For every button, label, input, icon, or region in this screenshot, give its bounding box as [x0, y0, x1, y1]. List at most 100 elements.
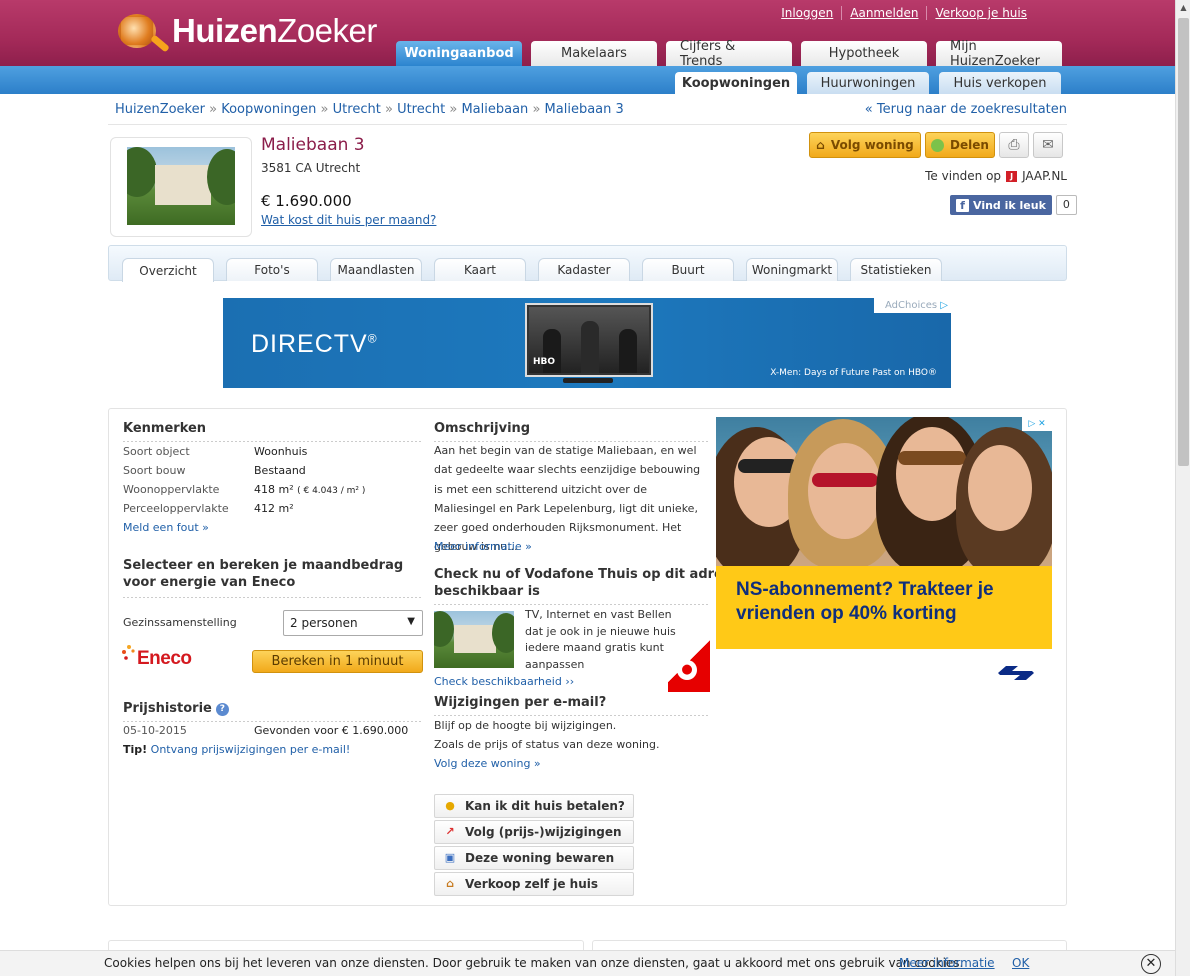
ns-side-ad[interactable]: NS-abonnement? Trakteer je vrienden op 40… [716, 417, 1052, 649]
house-icon: ⌂ [816, 138, 825, 152]
breadcrumb-item[interactable]: Maliebaan 3 [545, 102, 624, 117]
cookie-more-info-link[interactable]: Meer informatie [899, 956, 995, 970]
listing-title: Maliebaan 3 [261, 135, 365, 155]
found-on-label: Te vinden op [925, 169, 1002, 183]
feature-value: Woonhuis [254, 445, 308, 458]
adchoices-icon[interactable]: ▷ ✕ [1022, 417, 1052, 431]
facebook-icon: f [956, 198, 969, 212]
energy-heading: Selecteer en bereken je maandbedrag [123, 558, 404, 573]
sell-house-label: Verkoop zelf je huis [465, 877, 599, 891]
price-history-heading: Prijshistorie? [123, 701, 229, 716]
tab-fotos[interactable]: Foto's [226, 258, 318, 281]
tab-kadaster[interactable]: Kadaster [538, 258, 630, 281]
huizenzoeker-logo[interactable]: HuizenZoeker [112, 6, 377, 56]
print-button[interactable]: ⎙ [999, 132, 1029, 158]
facebook-like: f Vind ik leuk 0 [950, 195, 1077, 215]
monthly-cost-link[interactable]: Wat kost dit huis per maand? [261, 213, 436, 227]
breadcrumb-item[interactable]: Utrecht [333, 102, 381, 117]
subtab-huis-verkopen[interactable]: Huis verkopen [939, 72, 1061, 94]
price-alert-link[interactable]: Ontvang prijswijzigingen per e-mail! [151, 743, 351, 756]
vodafone-heading: Check nu of Vodafone Thuis op dit adres [434, 567, 731, 582]
breadcrumb-item[interactable]: Koopwoningen [221, 102, 316, 117]
breadcrumb-item[interactable]: Maliebaan [461, 102, 528, 117]
login-link[interactable]: Inloggen [773, 6, 841, 20]
tab-hypotheek[interactable]: Hypotheek [801, 41, 927, 66]
check-availability-link[interactable]: Check beschikbaarheid ›› [434, 675, 574, 688]
sell-house-button[interactable]: ⌂ Verkoop zelf je huis [434, 872, 634, 896]
follow-house-button[interactable]: ⌂ Volg woning [809, 132, 921, 158]
email-changes-text: Zoals de prijs of status van deze woning… [434, 738, 660, 751]
page-scrollbar[interactable]: ▲ [1175, 0, 1190, 976]
vodafone-logo: ● [668, 630, 710, 692]
cookie-ok-link[interactable]: OK [1012, 956, 1029, 970]
feature-label: Soort object [123, 445, 190, 458]
tab-overzicht[interactable]: Overzicht [122, 258, 214, 282]
trend-chart-icon: ↗ [445, 825, 455, 838]
register-link[interactable]: Aanmelden [841, 6, 926, 20]
kenmerken-heading: Kenmerken [123, 421, 207, 436]
calculate-button[interactable]: Bereken in 1 minuut [252, 650, 423, 673]
house-icon: ⌂ [446, 877, 454, 890]
ad-caption: X-Men: Days of Future Past on HBO® [770, 368, 937, 378]
household-select[interactable]: 2 personen ▼ [283, 610, 423, 636]
listing-thumbnail[interactable] [110, 137, 252, 237]
jaap-link[interactable]: JAAP.NL [1022, 169, 1067, 183]
eneco-logo-icon [121, 644, 137, 666]
tab-woningmarkt[interactable]: Woningmarkt [746, 258, 838, 281]
subtab-koopwoningen[interactable]: Koopwoningen [675, 72, 797, 94]
subtab-huurwoningen[interactable]: Huurwoningen [807, 72, 929, 94]
save-disk-icon: ▣ [444, 851, 456, 864]
tab-cijfers-trends[interactable]: Cijfers & Trends [666, 39, 792, 69]
tab-kaart[interactable]: Kaart [434, 258, 526, 281]
scroll-up-icon[interactable]: ▲ [1176, 0, 1190, 16]
save-house-button[interactable]: ▣ Deze woning bewaren [434, 846, 634, 870]
afford-house-button[interactable]: ● Kan ik dit huis betalen? [434, 794, 634, 818]
more-info-link[interactable]: Meer informatie » [434, 540, 532, 553]
help-icon[interactable]: ? [215, 703, 229, 716]
tab-makelaars[interactable]: Makelaars [531, 41, 657, 66]
facebook-like-count: 0 [1055, 195, 1077, 215]
ns-logo-icon [996, 664, 1036, 682]
feature-label: Soort bouw [123, 464, 186, 477]
directv-banner-ad[interactable]: DIRECTV® HBO X-Men: Days of Future Past … [223, 298, 951, 388]
follow-house-link[interactable]: Volg deze woning » [434, 757, 541, 770]
ad-headline: NS-abonnement? Trakteer je [736, 579, 994, 600]
cookie-message: Cookies helpen ons bij het leveren van o… [104, 956, 964, 970]
coins-icon: ● [445, 799, 455, 812]
email-changes-heading: Wijzigingen per e-mail? [434, 695, 607, 710]
share-button[interactable]: Delen [925, 132, 995, 158]
tab-maandlasten[interactable]: Maandlasten [330, 258, 422, 281]
scrollbar-thumb[interactable] [1178, 18, 1189, 466]
tab-mijn-huizenzoeker[interactable]: Mijn HuizenZoeker [936, 39, 1062, 69]
feature-value: 412 m² [254, 502, 294, 515]
feature-label: Woonoppervlakte [123, 483, 220, 496]
ad-headline: vrienden op 40% korting [736, 603, 957, 624]
listing-address: 3581 CA Utrecht [261, 161, 361, 175]
printer-icon: ⎙ [1008, 137, 1020, 153]
breadcrumb-separator: » [320, 102, 329, 117]
vodafone-heading: beschikbaar is [434, 584, 540, 599]
magnifier-house-icon [112, 6, 170, 56]
tab-woningaanbod[interactable]: Woningaanbod [396, 41, 522, 66]
sell-house-link[interactable]: Verkoop je huis [926, 6, 1035, 20]
breadcrumb-item[interactable]: Utrecht [397, 102, 445, 117]
adchoices-badge[interactable]: AdChoices ▷ [874, 298, 951, 313]
hbo-logo: HBO [533, 357, 556, 367]
adchoices-label: AdChoices [885, 300, 938, 311]
close-icon[interactable]: ✕ [1141, 954, 1161, 974]
report-error-link[interactable]: Meld een fout » [123, 521, 209, 534]
tab-statistieken[interactable]: Statistieken [850, 258, 942, 281]
tab-buurt[interactable]: Buurt [642, 258, 734, 281]
breadcrumb: HuizenZoeker » Koopwoningen » Utrecht » … [115, 102, 624, 117]
divider [108, 124, 1067, 125]
email-button[interactable]: ✉ [1033, 132, 1063, 158]
logo-text: HuizenZoeker [172, 12, 377, 49]
divider [123, 441, 423, 442]
ad-text-band: NS-abonnement? Trakteer je vrienden op 40… [716, 566, 1052, 649]
breadcrumb-item[interactable]: HuizenZoeker [115, 102, 205, 117]
back-to-results-link[interactable]: « Terug naar de zoekresultaten [865, 102, 1067, 117]
facebook-like-button[interactable]: f Vind ik leuk [950, 195, 1052, 215]
follow-changes-button[interactable]: ↗ Volg (prijs-)wijzigingen [434, 820, 634, 844]
vodafone-icon: ● [677, 660, 697, 680]
house-photo [127, 147, 235, 225]
